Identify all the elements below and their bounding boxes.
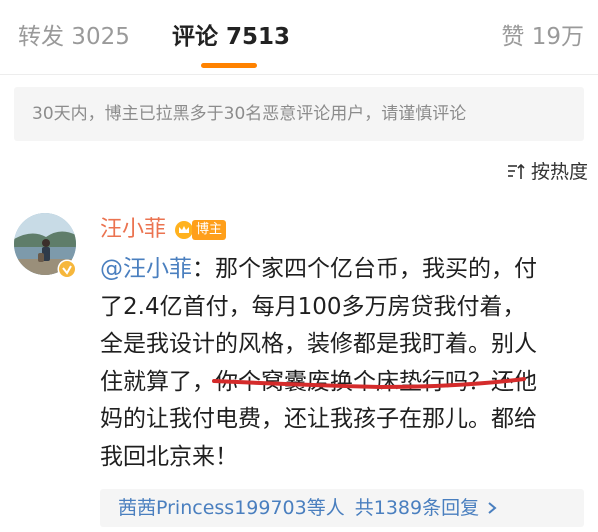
- blogger-tag: 博主: [192, 220, 227, 240]
- comment-line: 全是我设计的风格，装修都是我盯着。别人: [100, 331, 537, 357]
- tab-comments[interactable]: 评论 7513: [172, 20, 290, 54]
- replies-summary[interactable]: 茜茜Princess199703等人 共1389条回复: [100, 489, 584, 527]
- sort-icon: [507, 163, 525, 179]
- tab-reposts[interactable]: 转发 3025: [18, 20, 130, 54]
- reply-user[interactable]: 茜茜Princess199703: [118, 497, 307, 519]
- author-name[interactable]: 汪小菲: [100, 214, 166, 246]
- sort-label: 按热度: [530, 161, 588, 183]
- comment-page: 转发 3025 评论 7513 赞 19万 30天内，博主已拉黑多于30名恶意评…: [0, 0, 598, 532]
- reply-suffix: 等人: [306, 497, 345, 519]
- sort-button[interactable]: 按热度: [506, 158, 588, 186]
- blogger-badge: 博主: [174, 219, 227, 241]
- chevron-right-icon: [488, 502, 497, 514]
- comment-line: 妈的让我付电费，还让我孩子在那儿。都给: [100, 406, 537, 432]
- active-tab-indicator: [201, 63, 257, 68]
- comment-line: @汪小菲：那个家四个亿台币，我买的，付: [100, 251, 594, 289]
- notice-text: 30天内，博主已拉黑多于30名恶意评论用户，请谨慎评论: [32, 104, 467, 124]
- replies-text: 茜茜Princess199703等人 共1389条回复: [118, 494, 499, 522]
- tab-likes[interactable]: 赞 19万: [501, 20, 584, 54]
- red-underline-annotation: [212, 377, 526, 390]
- comment-line-text: ：那个家四个亿台币，我买的，付: [192, 256, 537, 282]
- tab-bar: 转发 3025 评论 7513 赞 19万: [0, 0, 598, 75]
- verified-icon: [57, 259, 77, 279]
- comment-author-row: 汪小菲 博主: [100, 214, 227, 246]
- mention-link[interactable]: @汪小菲: [100, 256, 192, 282]
- reply-count: 共1389条回复: [354, 497, 480, 519]
- crown-icon: [175, 221, 194, 239]
- comment-text: @汪小菲：那个家四个亿台币，我买的，付 了2.4亿首付，每月100多万房贷我付着…: [100, 251, 594, 476]
- comment-line: 我回北京来！: [100, 443, 238, 470]
- comment-line: 了2.4亿首付，每月100多万房贷我付着，: [100, 293, 526, 320]
- comment-notice: 30天内，博主已拉黑多于30名恶意评论用户，请谨慎评论: [14, 87, 584, 141]
